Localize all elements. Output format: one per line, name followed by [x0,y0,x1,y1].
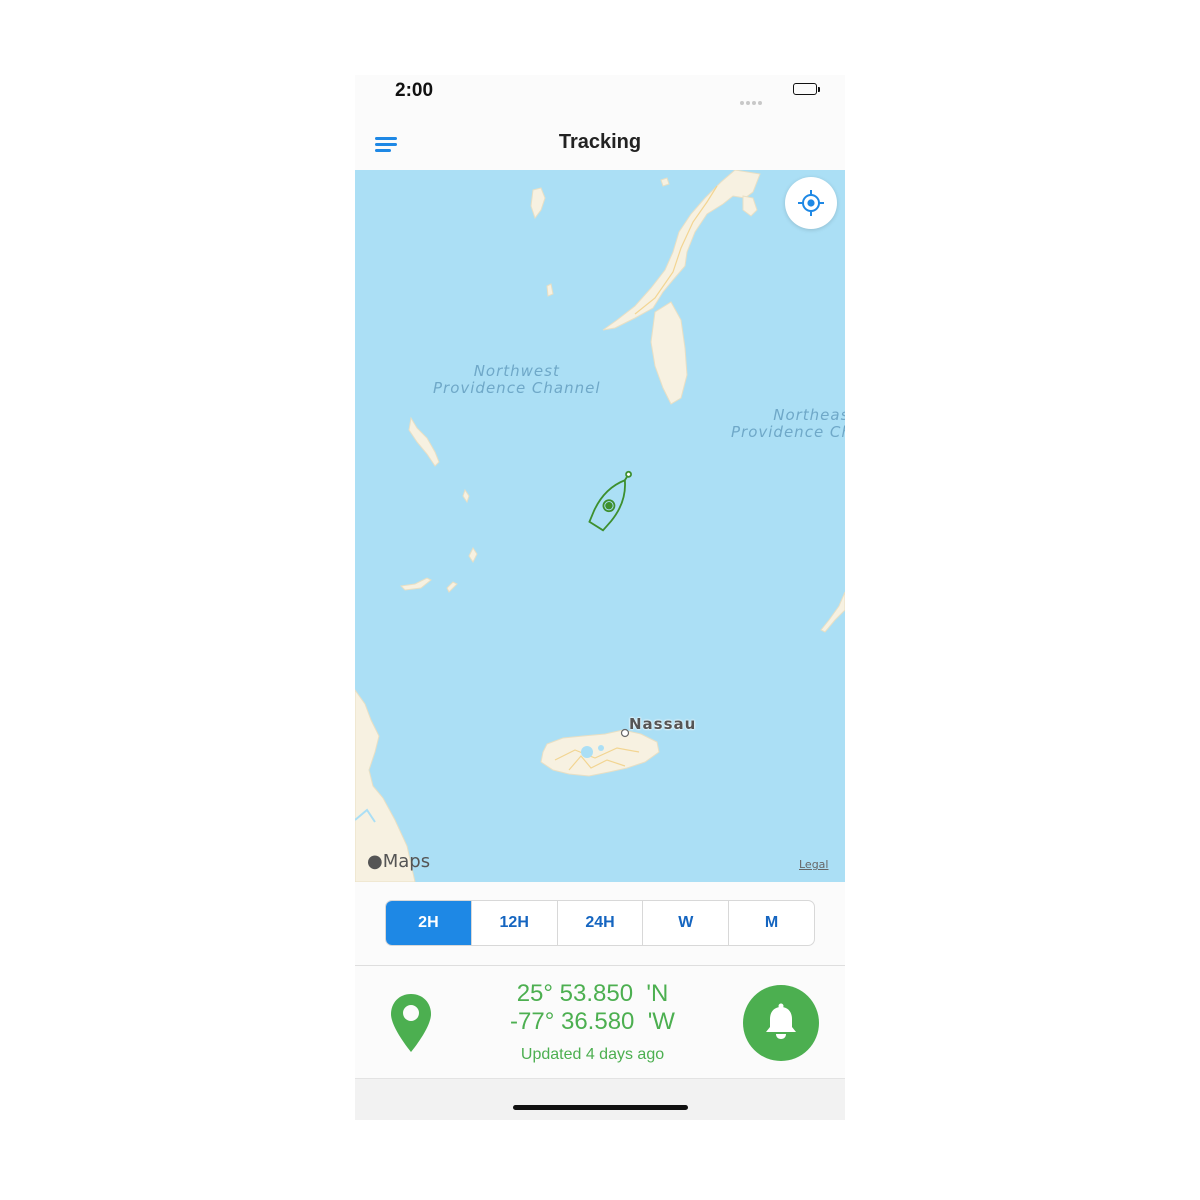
apple-maps-logo: ●Maps [367,851,431,872]
sea-label-northwest: Northwest Providence Channel [433,362,601,397]
location-pin-icon [388,992,434,1056]
sea-label-northeast: Northeast Providence Channel [731,406,845,441]
maps-attribution: Maps [382,851,431,872]
position-panel: 25° 53.850 'N -77° 36.580 'W Updated 4 d… [355,966,845,1079]
home-indicator-area [355,1079,845,1120]
last-updated: Updated 4 days ago [520,1046,665,1063]
signal-icon [740,92,764,105]
city-label-nassau: Nassau [629,715,697,733]
alert-button[interactable] [743,985,819,1061]
coordinates: 25° 53.850 'N -77° 36.580 'W Updated 4 d… [475,980,710,1064]
longitude-value: -77° 36.580 'W [510,1008,675,1035]
status-time: 2:00 [395,80,434,101]
segment-2h[interactable]: 2H [386,901,471,945]
segment-24h[interactable]: 24H [556,901,643,945]
segment-month[interactable]: M [728,901,814,945]
map-view[interactable]: Northwest Providence Channel Northeast P… [355,170,845,882]
time-range-selector: 2H 12H 24H W M [385,900,815,946]
page-title: Tracking [558,131,642,153]
phone-screen: 2:00 Tracking Northwest Providence Chann… [355,75,845,1120]
legal-link[interactable]: Legal [799,858,828,871]
status-bar: 2:00 [355,75,845,115]
segment-12h[interactable]: 12H [470,901,557,945]
boat-marker[interactable] [583,468,637,536]
bell-icon [766,1003,796,1039]
segment-week[interactable]: W [642,901,728,945]
battery-icon [793,83,821,97]
navigation-bar: Tracking [355,115,845,171]
boat-icon [588,470,632,532]
locate-me-button[interactable] [785,177,837,229]
home-indicator[interactable] [513,1105,688,1110]
latitude-value: 25° 53.850 'N [516,980,669,1007]
crosshair-icon [798,190,824,216]
